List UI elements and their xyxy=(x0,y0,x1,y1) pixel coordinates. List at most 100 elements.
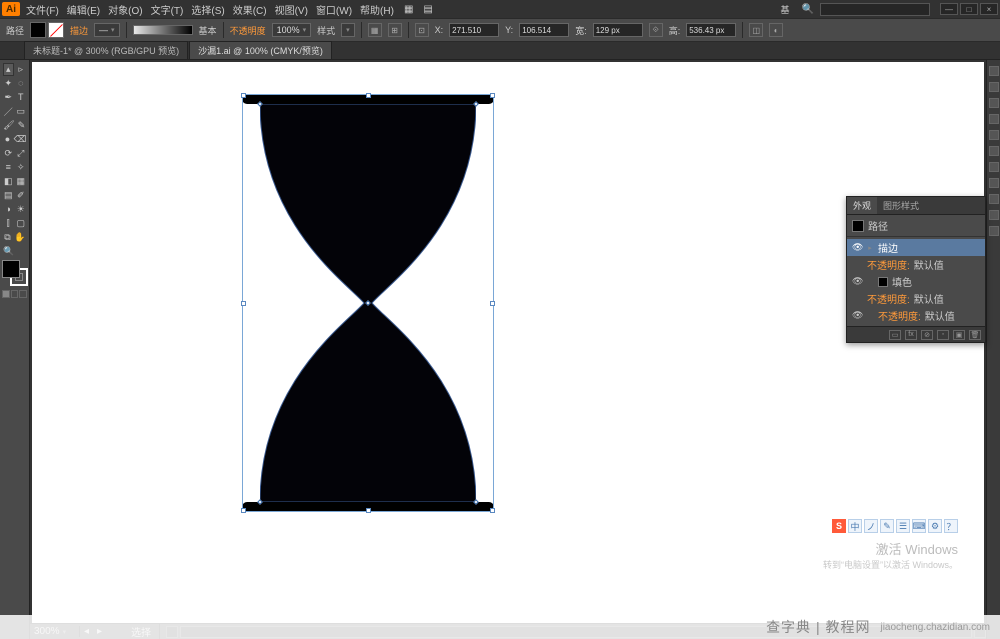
zoom-tool[interactable]: 🔍 xyxy=(3,245,16,258)
visibility-icon[interactable]: 👁 xyxy=(852,310,862,321)
hourglass-art[interactable] xyxy=(242,94,494,512)
artb-tool[interactable]: ▢ xyxy=(15,217,27,230)
menu-item[interactable]: 文字(T) xyxy=(147,2,188,17)
ime-button[interactable]: S xyxy=(832,519,846,533)
document-tab[interactable]: 沙漏1.ai @ 100% (CMYK/预览) xyxy=(189,41,332,59)
stroke-profile[interactable] xyxy=(133,25,193,35)
artboard[interactable]: S中ノ✎☰⌨⚙？ 激活 Windows 转到“电脑设置”以激活 Windows。 xyxy=(32,62,984,623)
menu-item[interactable]: 视图(V) xyxy=(271,2,312,17)
dock-panel-icon[interactable] xyxy=(989,210,999,220)
dock-panel-icon[interactable] xyxy=(989,130,999,140)
brush-basic-label[interactable]: 基本 xyxy=(199,24,217,37)
ime-button[interactable]: 中 xyxy=(848,519,862,533)
fill-swatch[interactable] xyxy=(30,22,46,38)
graph-tool[interactable]: ⫿ xyxy=(3,217,15,230)
panel-foot-button[interactable]: fx xyxy=(905,330,917,340)
dock-panel-icon[interactable] xyxy=(989,114,999,124)
dock-panel-icon[interactable] xyxy=(989,82,999,92)
arrange-icon[interactable]: ▤ xyxy=(419,4,436,15)
menu-item[interactable]: 选择(S) xyxy=(187,2,228,17)
pen-tool[interactable]: ✒ xyxy=(3,91,15,104)
minimize-button[interactable]: — xyxy=(940,3,958,15)
stroke-weight-dropdown[interactable]: —▾ xyxy=(94,23,120,37)
isolate-icon[interactable]: ◐ xyxy=(769,23,783,37)
row-swatch[interactable] xyxy=(878,277,888,287)
ime-button[interactable]: ？ xyxy=(944,519,958,533)
appearance-row[interactable]: 👁不透明度: 默认值 xyxy=(847,307,985,324)
panel-foot-button[interactable]: ⊘ xyxy=(921,330,933,340)
align-icon[interactable]: ▦ xyxy=(368,23,382,37)
opacity-dropdown[interactable]: 100%▾ xyxy=(272,23,312,37)
dock-panel-icon[interactable] xyxy=(989,226,999,236)
stroke-swatch[interactable] xyxy=(48,22,64,38)
w-field[interactable]: 129 px xyxy=(593,23,643,37)
dock-panel-icon[interactable] xyxy=(989,98,999,108)
hand-tool[interactable]: ✋ xyxy=(14,231,27,244)
document-tab[interactable]: 未标题-1* @ 300% (RGB/GPU 预览) xyxy=(24,41,188,59)
menu-item[interactable]: 文件(F) xyxy=(22,2,63,17)
wand-tool[interactable]: ✦ xyxy=(3,77,15,90)
scale-tool[interactable]: ⤢ xyxy=(15,147,27,160)
dsel-tool[interactable]: ▹ xyxy=(15,63,27,76)
appearance-row[interactable]: 👁填色 xyxy=(847,273,985,290)
y-field[interactable]: 106.514 xyxy=(519,23,569,37)
handle-ml[interactable] xyxy=(241,301,246,306)
menu-item[interactable]: 编辑(E) xyxy=(63,2,104,17)
ime-button[interactable]: ⚙ xyxy=(928,519,942,533)
rotate-tool[interactable]: ⟳ xyxy=(3,147,15,160)
stroke-label[interactable]: 描边 xyxy=(70,24,88,37)
opacity-label[interactable]: 不透明度 xyxy=(230,24,266,37)
pencil-tool[interactable]: ✎ xyxy=(17,119,27,132)
mode-normal[interactable] xyxy=(2,290,10,298)
workspace-switcher[interactable]: 基 xyxy=(775,3,796,16)
panel-foot-button[interactable]: 🗑 xyxy=(969,330,981,340)
dock-panel-icon[interactable] xyxy=(989,162,999,172)
rect-tool[interactable]: ▭ xyxy=(15,105,27,118)
dock-panel-icon[interactable] xyxy=(989,178,999,188)
eyedrop-tool[interactable]: ✐ xyxy=(15,189,27,202)
shb-tool[interactable]: ◧ xyxy=(3,175,15,188)
fill-box[interactable] xyxy=(2,260,20,278)
dock-panel-icon[interactable] xyxy=(989,146,999,156)
mode-behind[interactable] xyxy=(11,290,19,298)
h-field[interactable]: 536.43 px xyxy=(686,23,736,37)
expand-icon[interactable]: ▸ xyxy=(866,244,874,252)
ime-button[interactable]: ☰ xyxy=(896,519,910,533)
style-dropdown[interactable]: ▾ xyxy=(341,23,355,37)
close-window-button[interactable]: × xyxy=(980,3,998,15)
dock-panel-icon[interactable] xyxy=(989,194,999,204)
lasso-tool[interactable]: ◌ xyxy=(15,77,27,90)
appearance-row[interactable]: 👁▸描边 xyxy=(847,239,985,256)
search-input[interactable] xyxy=(820,3,930,16)
slice-tool[interactable]: ⧉ xyxy=(3,231,13,244)
menu-item[interactable]: 对象(O) xyxy=(104,2,146,17)
dock-panel-icon[interactable] xyxy=(989,66,999,76)
blend-tool[interactable]: ◑ xyxy=(3,203,15,216)
panel-tab[interactable]: 外观 xyxy=(847,197,877,214)
shape-mode-icon[interactable]: ◫ xyxy=(749,23,763,37)
appearance-panel[interactable]: 外观图形样式 路径 👁▸描边不透明度: 默认值👁填色不透明度: 默认值👁不透明度… xyxy=(846,196,986,343)
appearance-row[interactable]: 不透明度: 默认值 xyxy=(847,256,985,273)
width-tool[interactable]: ≡ xyxy=(3,161,15,174)
menu-item[interactable]: 窗口(W) xyxy=(312,2,356,17)
visibility-icon[interactable]: 👁 xyxy=(852,242,862,253)
appearance-row[interactable]: 不透明度: 默认值 xyxy=(847,290,985,307)
line-tool[interactable]: ／ xyxy=(3,105,15,118)
ime-button[interactable]: ⌨ xyxy=(912,519,926,533)
blob-tool[interactable]: ● xyxy=(3,133,13,146)
panel-foot-button[interactable]: ◦ xyxy=(937,330,949,340)
search-icon[interactable]: 🔍 xyxy=(798,4,818,15)
maximize-button[interactable]: □ xyxy=(960,3,978,15)
panel-tab[interactable]: 图形样式 xyxy=(877,197,925,214)
bridge-icon[interactable]: ▦ xyxy=(400,4,417,15)
grad-tool[interactable]: ▤ xyxy=(3,189,15,202)
type-tool[interactable]: T xyxy=(15,91,27,104)
mesh-tool[interactable]: ▦ xyxy=(15,175,27,188)
menu-item[interactable]: 帮助(H) xyxy=(356,2,398,17)
sel-tool[interactable]: ▴ xyxy=(3,63,15,76)
panel-foot-button[interactable]: ▭ xyxy=(889,330,901,340)
warp-tool[interactable]: ✧ xyxy=(15,161,27,174)
fill-stroke-control[interactable] xyxy=(2,260,28,286)
mode-inside[interactable] xyxy=(19,290,27,298)
ime-button[interactable]: ✎ xyxy=(880,519,894,533)
